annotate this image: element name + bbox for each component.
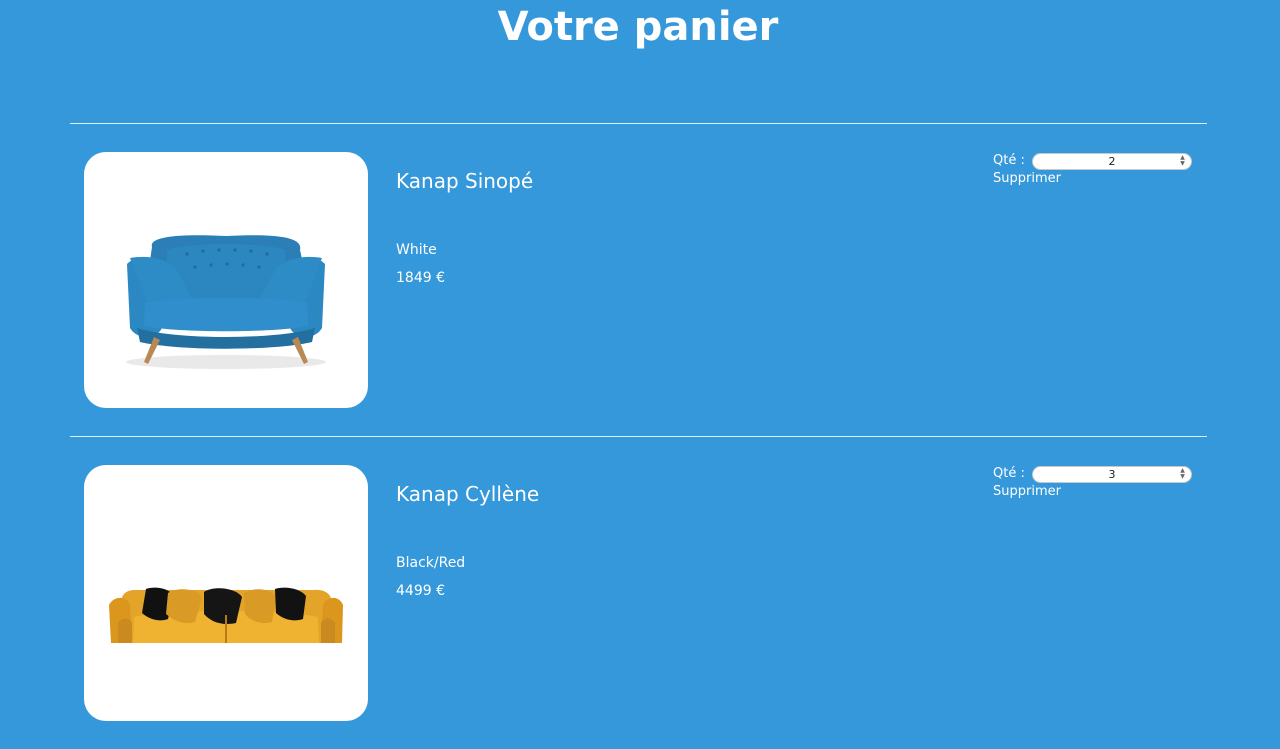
yellow-sofa-image [109, 587, 343, 643]
product-color: Black/Red [396, 555, 466, 571]
quantity-stepper[interactable]: 3 ▲ ▼ [1032, 466, 1192, 483]
product-color: White [396, 242, 437, 258]
product-name: Kanap Sinopé [396, 169, 534, 193]
product-image [84, 152, 368, 408]
quantity-label: Qté : [993, 153, 1025, 168]
product-price: 1849 € [396, 270, 445, 286]
product-price: 4499 € [396, 583, 445, 599]
blue-sofa-image [126, 235, 326, 369]
spinner-arrows-icon[interactable]: ▲ ▼ [1178, 468, 1187, 481]
cart-item: Kanap Sinopé White 1849 € Qté : 2 ▲ ▼ Sup… [70, 123, 1207, 436]
page-title: Votre panier [497, 4, 779, 50]
delete-button[interactable]: Supprimer [993, 171, 1061, 186]
cart-item: Kanap Cyllène Black/Red 4499 € Qté : 3 ▲… [70, 436, 1207, 749]
quantity-stepper[interactable]: 2 ▲ ▼ [1032, 153, 1192, 170]
spinner-arrows-icon[interactable]: ▲ ▼ [1178, 155, 1187, 168]
product-image [84, 465, 368, 721]
delete-button[interactable]: Supprimer [993, 484, 1061, 499]
quantity-label: Qté : [993, 466, 1025, 481]
product-name: Kanap Cyllène [396, 482, 540, 506]
quantity-value: 2 [1108, 155, 1116, 168]
quantity-value: 3 [1108, 468, 1116, 481]
cart-list: Kanap Sinopé White 1849 € Qté : 2 ▲ ▼ Sup… [70, 123, 1207, 749]
